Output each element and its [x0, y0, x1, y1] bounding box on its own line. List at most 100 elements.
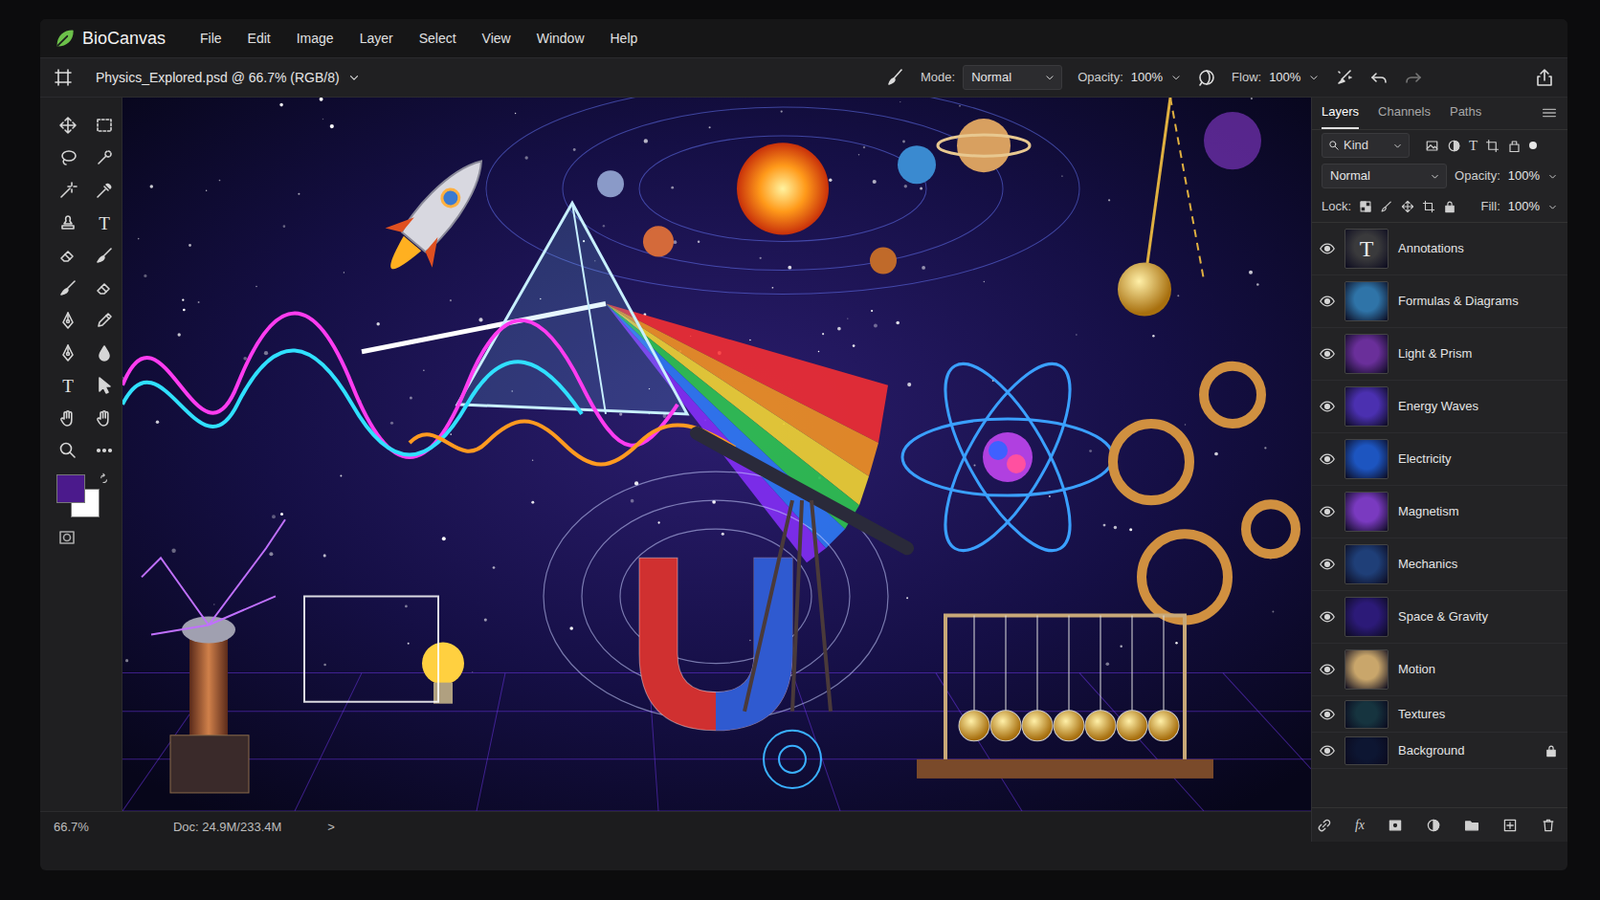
quickselect-tool[interactable] [89, 143, 119, 173]
canvas-artwork[interactable] [122, 97, 1312, 812]
mask-icon[interactable] [1387, 818, 1403, 834]
brush-icon [94, 245, 114, 266]
status-menu-arrow[interactable]: > [327, 818, 335, 838]
panel-menu-icon[interactable] [1540, 104, 1558, 122]
menu-item[interactable]: Edit [247, 24, 271, 53]
fill-tool[interactable] [89, 338, 119, 368]
layer-row[interactable]: Formulas & Diagrams [1311, 275, 1568, 329]
link-layers-icon[interactable] [1316, 818, 1333, 834]
zoom-tool[interactable] [53, 436, 83, 466]
smart-filter-icon[interactable] [1507, 138, 1522, 154]
document-tab[interactable]: Physics_Explored.psd @ 66.7% (RGB/8) [95, 67, 361, 89]
layer-row[interactable]: Magnetism [1311, 486, 1568, 539]
lock-position-icon[interactable] [1400, 200, 1415, 214]
panel-tab[interactable]: Layers [1321, 94, 1359, 131]
lock-artboard-icon[interactable] [1422, 200, 1436, 214]
type-filter-glyph[interactable]: T [1468, 138, 1478, 154]
adjustment-layer-icon[interactable] [1425, 818, 1442, 834]
share-icon[interactable] [1534, 67, 1555, 88]
visibility-toggle[interactable] [1319, 293, 1341, 310]
foreground-swatch[interactable] [56, 474, 86, 504]
layer-style-button[interactable]: fx [1355, 815, 1365, 836]
layer-row[interactable]: Light & Prism [1311, 328, 1568, 381]
panel-tab[interactable]: Paths [1449, 94, 1482, 131]
shape-filter-icon[interactable] [1485, 138, 1500, 154]
visibility-toggle[interactable] [1319, 504, 1341, 520]
visibility-toggle[interactable] [1319, 662, 1341, 678]
menu-item[interactable]: Help [610, 24, 639, 53]
panel-tab[interactable]: Channels [1377, 94, 1431, 131]
eraser-tool[interactable] [89, 273, 119, 303]
move-tool[interactable] [53, 111, 83, 140]
layer-row[interactable]: Textures [1311, 696, 1568, 734]
brush-tool[interactable] [53, 273, 83, 303]
layer-row[interactable]: TAnnotations [1311, 222, 1568, 276]
layer-opacity[interactable]: 100% [1508, 166, 1540, 186]
pen-tool[interactable] [53, 306, 83, 335]
lock-all-icon[interactable] [1443, 200, 1457, 214]
stamp-tool[interactable] [53, 208, 83, 238]
eraser-tool[interactable] [53, 241, 83, 270]
zoom-level[interactable]: 66.7% [53, 818, 89, 838]
layer-row[interactable]: Background [1311, 733, 1568, 770]
chevron-icon[interactable] [1547, 171, 1558, 182]
quick-mask-icon[interactable] [57, 528, 77, 548]
layer-row[interactable]: Electricity [1311, 433, 1568, 487]
menu-item[interactable]: Select [419, 24, 457, 53]
trash-icon[interactable] [1540, 818, 1556, 834]
adjustment-filter-icon[interactable] [1446, 138, 1462, 154]
visibility-toggle[interactable] [1319, 399, 1341, 415]
menu-item[interactable]: Window [536, 24, 585, 53]
new-layer-icon[interactable] [1502, 818, 1518, 834]
layer-row[interactable]: Mechanics [1311, 538, 1568, 592]
redo-icon[interactable] [1403, 67, 1423, 88]
artboard-icon[interactable] [53, 67, 73, 88]
filter-toggle[interactable] [1529, 141, 1537, 150]
more-tool[interactable] [89, 436, 119, 466]
pencil-tool[interactable] [89, 306, 119, 335]
visibility-toggle[interactable] [1319, 346, 1341, 362]
chevron-icon[interactable] [1547, 201, 1558, 213]
layer-fill[interactable]: 100% [1508, 197, 1540, 217]
canvas[interactable] [122, 97, 1312, 812]
menu-item[interactable]: File [200, 24, 223, 53]
menu-item[interactable]: Layer [359, 24, 394, 53]
blend-mode-select[interactable]: Normal [1321, 163, 1447, 189]
group-folder-icon[interactable] [1464, 818, 1480, 834]
visibility-toggle[interactable] [1319, 556, 1341, 573]
undo-icon[interactable] [1369, 67, 1389, 88]
lasso-tool[interactable] [53, 143, 83, 173]
pixel-filter-icon[interactable] [1424, 138, 1440, 154]
menu-item[interactable]: Image [296, 24, 334, 53]
brush-icon[interactable] [886, 67, 906, 88]
visibility-toggle[interactable] [1319, 609, 1341, 625]
type-tool[interactable]: T [89, 208, 119, 238]
pen-tool[interactable] [53, 338, 83, 368]
visibility-toggle[interactable] [1319, 707, 1341, 723]
kind-filter[interactable]: Kind [1321, 133, 1410, 158]
app-logo[interactable]: BioCanvas [53, 25, 200, 52]
marquee-tool[interactable] [89, 111, 119, 140]
type-tool[interactable]: T [53, 371, 83, 400]
flow-group[interactable]: Flow:100% [1231, 67, 1320, 88]
layer-row[interactable]: Motion [1311, 644, 1568, 697]
swap-colors-icon[interactable] [98, 472, 112, 487]
hand-tool[interactable] [53, 403, 83, 433]
wand-tool[interactable] [53, 176, 83, 205]
lock-pixels-icon[interactable] [1379, 200, 1394, 214]
brush-tool[interactable] [89, 241, 119, 270]
eyedropper-tool[interactable] [89, 176, 119, 205]
visibility-toggle[interactable] [1319, 743, 1341, 759]
visibility-toggle[interactable] [1319, 451, 1341, 467]
visibility-toggle[interactable] [1319, 241, 1341, 257]
opacity-group[interactable]: Opacity:100% [1077, 67, 1182, 88]
menu-item[interactable]: View [482, 24, 512, 53]
airbrush-icon[interactable] [1334, 67, 1355, 88]
arrow-tool[interactable] [89, 371, 119, 400]
layer-row[interactable]: Space & Gravity [1311, 591, 1568, 645]
layer-row[interactable]: Energy Waves [1311, 380, 1568, 434]
hand-tool[interactable] [89, 403, 119, 433]
mode-select[interactable]: Normal [962, 65, 1063, 90]
pressure-icon[interactable] [1197, 67, 1217, 88]
lock-transparency-icon[interactable] [1358, 200, 1373, 214]
